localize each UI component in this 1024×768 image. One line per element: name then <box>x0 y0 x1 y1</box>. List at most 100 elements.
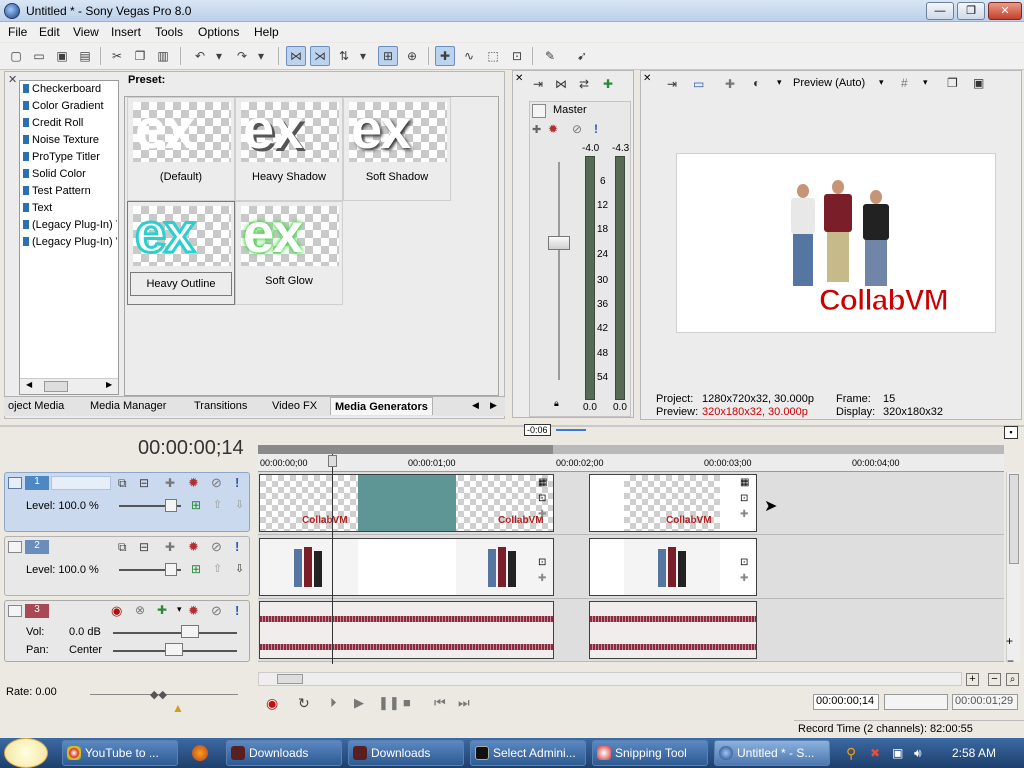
zoom-in-time-icon[interactable]: + <box>966 673 979 686</box>
menu-view[interactable]: View <box>73 25 99 39</box>
auto-crossfade-icon[interactable]: ⋊ <box>310 46 330 66</box>
audio-event-clip[interactable] <box>589 601 757 659</box>
undo-dropdown-icon[interactable]: ▾ <box>213 46 225 66</box>
child-icon[interactable]: ⇩ <box>235 562 244 575</box>
track-name-field[interactable] <box>51 476 111 490</box>
master-bus-icon[interactable] <box>532 104 546 118</box>
bus-fx-icon[interactable]: ✚ <box>532 123 541 136</box>
event-fx-icon[interactable]: ✚ <box>740 573 748 584</box>
list-item[interactable]: (Legacy Plug-In) T <box>23 219 117 235</box>
paste-icon[interactable]: ▥ <box>153 46 173 66</box>
preview-properties-icon[interactable]: ⇥ <box>667 77 677 91</box>
taskbar-item-downloads[interactable]: Downloads <box>348 740 464 766</box>
preview-quality-dropdown[interactable]: Preview (Auto) <box>793 77 865 89</box>
event-fx-icon[interactable]: ✚ <box>740 509 748 520</box>
list-item[interactable]: Credit Roll <box>23 117 117 133</box>
list-item[interactable]: Text <box>23 202 117 218</box>
network-icon[interactable]: ✖ <box>870 746 880 760</box>
external-monitor-icon[interactable]: ▭ <box>693 77 704 91</box>
taskbar-item-youtube[interactable]: YouTube to ... <box>62 740 178 766</box>
video-fx-icon[interactable]: ✚ <box>725 77 735 91</box>
menu-insert[interactable]: Insert <box>111 25 141 39</box>
lock-icon[interactable]: 🔒︎ <box>554 398 559 409</box>
time-end-field[interactable]: 00:00:01;29 <box>952 694 1018 710</box>
pan-slider-handle[interactable] <box>165 643 183 656</box>
copy-icon[interactable]: ❐ <box>130 46 150 66</box>
insert-bus-icon[interactable]: ✚ <box>603 77 613 91</box>
text-event-clip[interactable]: CollabVM CollabVM ▦ ⊡ ✚ <box>259 474 554 532</box>
arm-record-icon[interactable]: ◉ <box>111 603 122 619</box>
zoom-tool-icon[interactable]: ⊡ <box>507 46 527 66</box>
stop-button[interactable]: ■ <box>403 695 411 710</box>
list-item[interactable]: (Legacy Plug-In) V <box>23 236 117 252</box>
scrollbar-thumb[interactable] <box>277 674 303 684</box>
marker-icon[interactable]: ▪ <box>1004 426 1018 439</box>
preset-heavy-outline[interactable]: ex Heavy Outline <box>127 201 235 305</box>
playhead-cursor[interactable] <box>332 454 333 664</box>
minimize-track-icon[interactable] <box>8 541 22 553</box>
play-from-start-button[interactable]: ⏵ <box>330 695 337 711</box>
go-to-end-button[interactable]: ⏭ <box>458 695 470 711</box>
time-empty-field[interactable] <box>884 694 948 710</box>
generated-media-icon[interactable]: ▦ <box>538 477 547 488</box>
tab-transitions[interactable]: Transitions <box>190 397 251 415</box>
open-icon[interactable]: ▭ <box>29 46 49 66</box>
playhead-handle[interactable] <box>328 455 337 467</box>
redo-icon[interactable]: ↷ <box>232 46 252 66</box>
tab-video-fx[interactable]: Video FX <box>268 397 321 415</box>
search-icon[interactable]: ⚲ <box>846 745 856 762</box>
split-dropdown-icon[interactable]: ▾ <box>777 77 782 88</box>
level-slider-handle[interactable] <box>165 499 177 512</box>
clock[interactable]: 2:58 AM <box>952 746 996 760</box>
go-to-start-button[interactable]: ⏮ <box>434 695 446 711</box>
cut-icon[interactable]: ✂ <box>107 46 127 66</box>
level-slider-handle[interactable] <box>165 563 177 576</box>
menu-edit[interactable]: Edit <box>39 25 60 39</box>
list-item[interactable]: ProType Titler <box>23 151 117 167</box>
taskbar-item-vegas[interactable]: Untitled * - S... <box>714 740 830 766</box>
event-fx-icon[interactable]: ✚ <box>538 509 546 520</box>
solo-icon[interactable]: ! <box>235 603 239 618</box>
solo-icon[interactable]: ! <box>235 475 239 490</box>
start-button-icon[interactable] <box>4 738 48 768</box>
preset-heavy-shadow[interactable]: ex Heavy Shadow <box>235 97 343 201</box>
taskbar-item-admin[interactable]: Select Admini... <box>470 740 586 766</box>
preset-soft-shadow[interactable]: ex Soft Shadow <box>343 97 451 201</box>
vol-slider-handle[interactable] <box>181 625 199 638</box>
mute-icon[interactable]: ⊘ <box>211 603 222 619</box>
undo-icon[interactable]: ↶ <box>190 46 210 66</box>
ripple-edit-icon[interactable]: ⇅ <box>334 46 354 66</box>
vol-slider-track[interactable] <box>113 632 237 634</box>
menu-tools[interactable]: Tools <box>155 25 183 39</box>
mute-icon[interactable]: ⊘ <box>211 539 222 555</box>
quality-dropdown-icon[interactable]: ▾ <box>879 77 884 88</box>
master-fader-handle[interactable] <box>548 236 570 250</box>
loop-region[interactable] <box>258 445 553 454</box>
composite-mode-icon[interactable]: ⊞ <box>191 498 201 512</box>
event-pan-crop-icon[interactable]: ⊡ <box>740 493 748 504</box>
event-pan-crop-icon[interactable]: ⊡ <box>538 493 546 504</box>
device-icon[interactable]: ▣ <box>892 746 903 760</box>
track-motion-icon[interactable]: ✚ <box>165 476 175 490</box>
menu-file[interactable]: File <box>8 25 27 39</box>
mute-icon[interactable]: ⊘ <box>572 122 582 136</box>
track-fx-chain-icon[interactable]: ✚ <box>157 603 167 617</box>
normal-edit-tool-icon[interactable]: ✚ <box>435 46 455 66</box>
dock-close-icon[interactable]: ✕ <box>8 73 17 86</box>
generator-list[interactable]: Checkerboard Color Gradient Credit Roll … <box>19 80 119 395</box>
video-track-1-header[interactable]: 1 ⧉ ⊟ ✚ ✹ ⊘ ! Level: 100.0 % ⊞ ⇧ ⇩ <box>4 472 250 532</box>
track-fx-icon[interactable]: ✹ <box>188 603 199 619</box>
timeline-horizontal-scrollbar[interactable] <box>258 672 962 686</box>
dock-close-icon[interactable]: ✕ <box>515 73 523 84</box>
loop-playback-button[interactable]: ↻ <box>298 695 310 712</box>
pause-button[interactable]: ❚❚ <box>378 695 400 711</box>
list-item[interactable]: Test Pattern <box>23 185 117 201</box>
scroll-right-icon[interactable]: ▶ <box>106 380 112 389</box>
zoom-in-vertical-icon[interactable]: + <box>1006 634 1013 648</box>
menu-options[interactable]: Options <box>198 25 239 39</box>
dim-output-icon[interactable]: ⇄ <box>579 77 589 91</box>
properties-icon[interactable]: ▤ <box>75 46 95 66</box>
text-event-clip[interactable]: CollabVM ▦ ⊡ ✚ <box>589 474 757 532</box>
generated-media-icon[interactable]: ▦ <box>740 477 749 488</box>
audio-track-3-header[interactable]: 3 ◉ ⊗ ✚ ▾ ✹ ⊘ ! Vol: 0.0 dB Pan: Center <box>4 600 250 662</box>
